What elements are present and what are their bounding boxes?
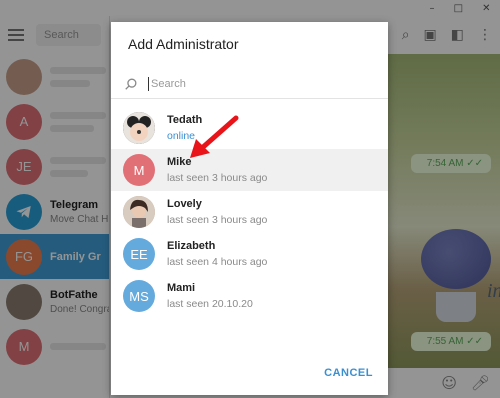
avatar: M	[123, 154, 155, 186]
user-name: Elizabeth	[167, 240, 216, 252]
cancel-button[interactable]: CANCEL	[324, 367, 373, 379]
dialog-title: Add Administrator	[128, 36, 239, 52]
user-row-mike[interactable]: M Mike last seen 3 hours ago	[111, 149, 388, 191]
user-row-mami[interactable]: MS Mami last seen 20.10.20	[111, 275, 388, 317]
avatar	[123, 196, 155, 228]
user-status: last seen 3 hours ago	[167, 172, 268, 184]
user-status: last seen 4 hours ago	[167, 256, 268, 268]
user-status: last seen 20.10.20	[167, 298, 253, 310]
user-status: last seen 3 hours ago	[167, 214, 268, 226]
divider	[111, 98, 388, 99]
search-icon	[125, 78, 137, 90]
add-administrator-dialog: Add Administrator Tedath online M Mike l…	[111, 22, 388, 395]
avatar: MS	[123, 280, 155, 312]
avatar: EE	[123, 238, 155, 270]
avatar	[123, 112, 155, 144]
user-row-tedath[interactable]: Tedath online	[111, 107, 388, 149]
user-row-lovely[interactable]: Lovely last seen 3 hours ago	[111, 191, 388, 233]
dialog-search-bar	[111, 68, 388, 100]
user-row-elizabeth[interactable]: EE Elizabeth last seen 4 hours ago	[111, 233, 388, 275]
user-list: Tedath online M Mike last seen 3 hours a…	[111, 107, 388, 317]
search-input[interactable]	[151, 78, 351, 90]
text-caret	[148, 77, 149, 91]
user-name: Lovely	[167, 198, 202, 210]
user-name: Mami	[167, 282, 196, 294]
annotation-arrow-icon	[190, 115, 239, 158]
